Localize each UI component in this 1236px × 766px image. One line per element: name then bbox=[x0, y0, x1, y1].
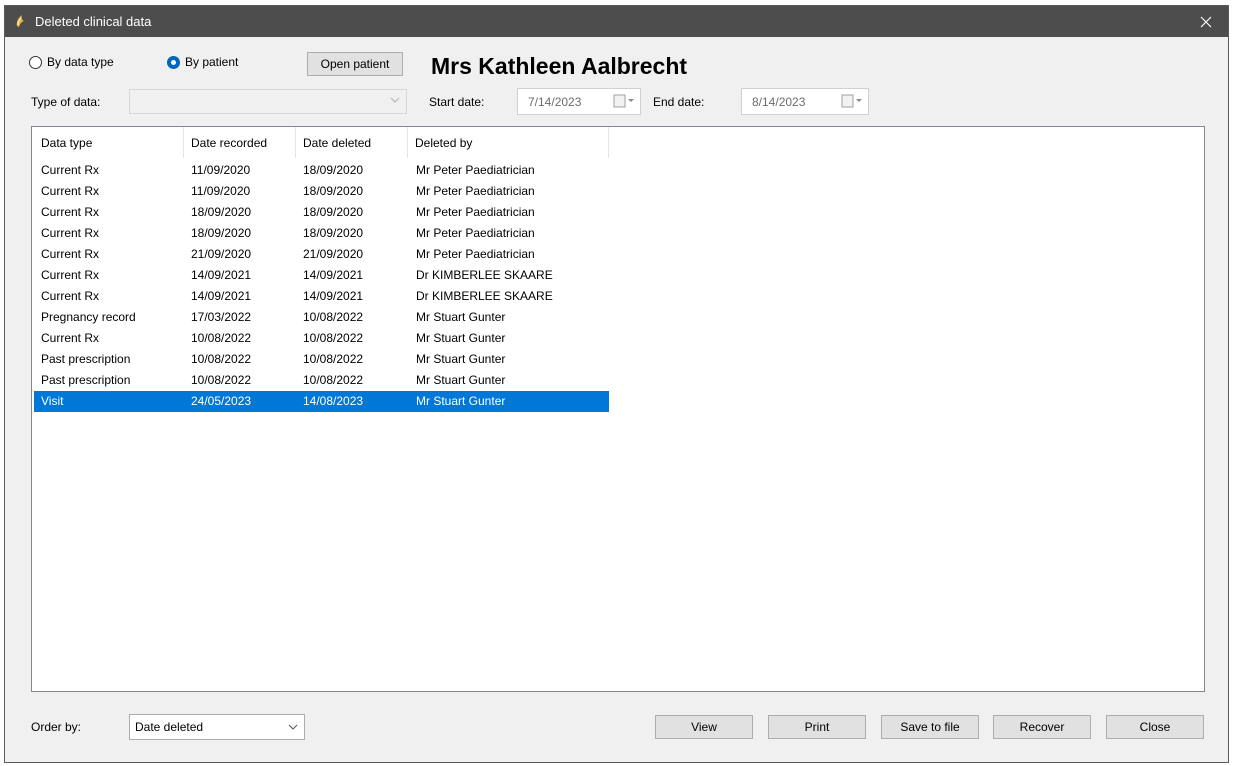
type-of-data-label: Type of data: bbox=[31, 95, 101, 109]
by-patient-label: By patient bbox=[185, 55, 239, 69]
cell-date-recorded: 11/09/2020 bbox=[191, 184, 251, 198]
table-row[interactable]: Current Rx 21/09/2020 21/09/2020 Mr Pete… bbox=[34, 244, 609, 265]
cell-date-recorded: 10/08/2022 bbox=[191, 331, 252, 345]
cell-date-recorded: 21/09/2020 bbox=[191, 247, 252, 261]
cell-date-recorded: 14/09/2021 bbox=[191, 268, 252, 282]
calendar-dropdown-icon[interactable] bbox=[841, 94, 863, 108]
end-date-value: 8/14/2023 bbox=[752, 95, 806, 109]
column-header-date-deleted[interactable]: Date deleted bbox=[296, 127, 408, 158]
cell-data-type: Past prescription bbox=[41, 373, 131, 387]
window-title: Deleted clinical data bbox=[35, 14, 152, 29]
start-date-picker[interactable]: 7/14/2023 bbox=[517, 88, 641, 115]
table-row[interactable]: Current Rx 18/09/2020 18/09/2020 Mr Pete… bbox=[34, 202, 609, 223]
recover-button[interactable]: Recover bbox=[993, 715, 1091, 739]
cell-date-deleted: 14/09/2021 bbox=[303, 289, 364, 303]
cell-date-recorded: 24/05/2023 bbox=[191, 394, 252, 408]
cell-date-recorded: 17/03/2022 bbox=[191, 310, 252, 324]
column-header-deleted-by[interactable]: Deleted by bbox=[408, 127, 609, 158]
cell-date-deleted: 14/09/2021 bbox=[303, 268, 364, 282]
order-by-value: Date deleted bbox=[135, 720, 204, 734]
chevron-down-icon bbox=[288, 724, 298, 730]
cell-date-recorded: 18/09/2020 bbox=[191, 205, 252, 219]
order-by-label: Order by: bbox=[31, 720, 82, 734]
patient-name: Mrs Kathleen Aalbrecht bbox=[431, 53, 688, 79]
column-header-data-type[interactable]: Data type bbox=[34, 127, 184, 158]
table-row[interactable]: Past prescription 10/08/2022 10/08/2022 … bbox=[34, 370, 609, 391]
cell-deleted-by: Mr Stuart Gunter bbox=[416, 331, 506, 345]
by-patient-radio[interactable]: By patient bbox=[167, 55, 238, 69]
start-date-label: Start date: bbox=[429, 95, 485, 109]
table-row[interactable]: Current Rx 14/09/2021 14/09/2021 Dr KIMB… bbox=[34, 265, 609, 286]
deleted-clinical-data-window: Deleted clinical data By data type By pa… bbox=[4, 5, 1229, 763]
order-by-select[interactable]: Date deleted bbox=[129, 714, 305, 740]
cell-data-type: Current Rx bbox=[41, 184, 100, 198]
cell-date-deleted: 21/09/2020 bbox=[303, 247, 364, 261]
cell-deleted-by: Mr Stuart Gunter bbox=[416, 352, 506, 366]
type-of-data-select[interactable] bbox=[129, 89, 407, 114]
cell-date-deleted: 10/08/2022 bbox=[303, 310, 364, 324]
table-row[interactable]: Current Rx 11/09/2020 18/09/2020 Mr Pete… bbox=[34, 181, 609, 202]
close-button[interactable]: Close bbox=[1106, 715, 1204, 739]
cell-date-deleted: 18/09/2020 bbox=[303, 205, 364, 219]
cell-deleted-by: Mr Stuart Gunter bbox=[416, 373, 506, 387]
cell-deleted-by: Mr Peter Paediatrician bbox=[416, 226, 535, 240]
by-data-type-radio[interactable]: By data type bbox=[29, 55, 114, 69]
cell-date-recorded: 11/09/2020 bbox=[191, 163, 251, 177]
cell-data-type: Past prescription bbox=[41, 352, 131, 366]
cell-deleted-by: Dr KIMBERLEE SKAARE bbox=[416, 289, 553, 303]
radio-unchecked-icon bbox=[29, 55, 42, 69]
window-close-button[interactable] bbox=[1184, 6, 1228, 37]
close-icon bbox=[1200, 16, 1212, 27]
cell-data-type: Current Rx bbox=[41, 268, 100, 282]
table-row[interactable]: Past prescription 10/08/2022 10/08/2022 … bbox=[34, 349, 609, 370]
cell-deleted-by: Mr Peter Paediatrician bbox=[416, 205, 535, 219]
calendar-dropdown-icon[interactable] bbox=[613, 94, 635, 108]
table-row[interactable]: Current Rx 10/08/2022 10/08/2022 Mr Stua… bbox=[34, 328, 609, 349]
app-logo-icon bbox=[16, 15, 24, 27]
cell-date-deleted: 10/08/2022 bbox=[303, 331, 364, 345]
title-bar: Deleted clinical data bbox=[5, 6, 1228, 37]
cell-data-type: Visit bbox=[41, 394, 64, 408]
start-date-value: 7/14/2023 bbox=[528, 95, 582, 109]
end-date-label: End date: bbox=[653, 95, 705, 109]
table-row-selected[interactable]: Visit 24/05/2023 14/08/2023 Mr Stuart Gu… bbox=[34, 391, 609, 412]
cell-date-deleted: 18/09/2020 bbox=[303, 184, 364, 198]
cell-deleted-by: Dr KIMBERLEE SKAARE bbox=[416, 268, 553, 282]
column-header-date-recorded[interactable]: Date recorded bbox=[184, 127, 296, 158]
cell-date-recorded: 10/08/2022 bbox=[191, 373, 252, 387]
cell-date-deleted: 14/08/2023 bbox=[303, 394, 364, 408]
cell-date-recorded: 14/09/2021 bbox=[191, 289, 252, 303]
cell-deleted-by: Mr Peter Paediatrician bbox=[416, 163, 535, 177]
view-button[interactable]: View bbox=[655, 715, 753, 739]
cell-deleted-by: Mr Stuart Gunter bbox=[416, 310, 506, 324]
cell-date-deleted: 18/09/2020 bbox=[303, 226, 364, 240]
cell-data-type: Current Rx bbox=[41, 331, 100, 345]
cell-data-type: Current Rx bbox=[41, 163, 100, 177]
save-to-file-button[interactable]: Save to file bbox=[881, 715, 979, 739]
cell-data-type: Current Rx bbox=[41, 205, 100, 219]
cell-date-deleted: 10/08/2022 bbox=[303, 373, 364, 387]
cell-deleted-by: Mr Peter Paediatrician bbox=[416, 247, 535, 261]
cell-date-deleted: 18/09/2020 bbox=[303, 163, 364, 177]
chevron-down-icon bbox=[390, 97, 400, 103]
by-data-type-label: By data type bbox=[47, 55, 114, 69]
table-row[interactable]: Current Rx 14/09/2021 14/09/2021 Dr KIMB… bbox=[34, 286, 609, 307]
cell-data-type: Pregnancy record bbox=[41, 310, 136, 324]
print-button[interactable]: Print bbox=[768, 715, 866, 739]
cell-data-type: Current Rx bbox=[41, 226, 100, 240]
table-row[interactable]: Current Rx 11/09/2020 18/09/2020 Mr Pete… bbox=[34, 160, 609, 181]
table-row[interactable]: Pregnancy record 17/03/2022 10/08/2022 M… bbox=[34, 307, 609, 328]
cell-deleted-by: Mr Peter Paediatrician bbox=[416, 184, 535, 198]
cell-deleted-by: Mr Stuart Gunter bbox=[416, 394, 506, 408]
cell-date-recorded: 18/09/2020 bbox=[191, 226, 252, 240]
cell-data-type: Current Rx bbox=[41, 247, 100, 261]
open-patient-button[interactable]: Open patient bbox=[307, 52, 403, 76]
table-row[interactable]: Current Rx 18/09/2020 18/09/2020 Mr Pete… bbox=[34, 223, 609, 244]
radio-checked-icon bbox=[167, 55, 180, 69]
end-date-picker[interactable]: 8/14/2023 bbox=[741, 88, 869, 115]
deleted-data-list[interactable]: Data type Date recorded Date deleted Del… bbox=[31, 126, 1205, 692]
cell-date-recorded: 10/08/2022 bbox=[191, 352, 252, 366]
cell-data-type: Current Rx bbox=[41, 289, 100, 303]
cell-date-deleted: 10/08/2022 bbox=[303, 352, 364, 366]
